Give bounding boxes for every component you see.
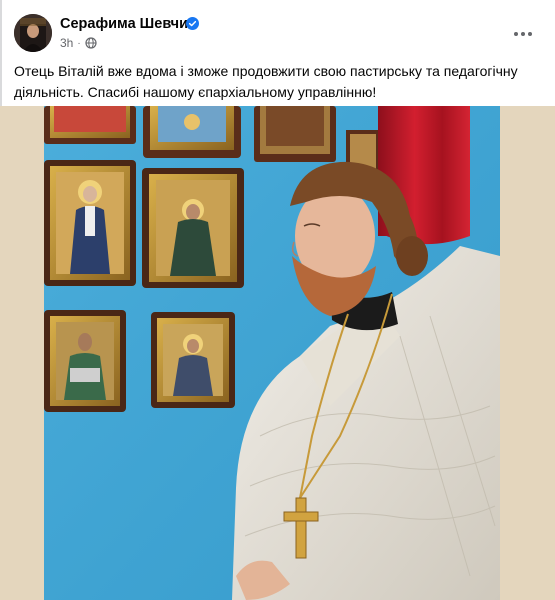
globe-icon[interactable] <box>85 37 97 49</box>
meta-separator: · <box>77 37 81 49</box>
verified-badge-icon <box>186 17 199 30</box>
author-name[interactable]: Серафима Шевчик <box>60 16 195 32</box>
more-options-button[interactable] <box>509 20 537 48</box>
author-avatar[interactable] <box>14 14 52 52</box>
more-dots-icon <box>514 32 518 36</box>
facebook-post-card: Серафима Шевчик 3h · Отець Віталій вже в… <box>0 0 555 600</box>
post-timestamp[interactable]: 3h <box>60 36 73 50</box>
icon-frame <box>44 106 136 144</box>
post-meta: 3h · <box>60 36 97 50</box>
photo-priest-with-icons <box>0 106 555 600</box>
post-text: Отець Віталій вже вдома і зможе продовжи… <box>14 63 518 100</box>
post-header: Серафима Шевчик 3h · <box>14 12 541 56</box>
post-photo[interactable] <box>0 106 555 600</box>
